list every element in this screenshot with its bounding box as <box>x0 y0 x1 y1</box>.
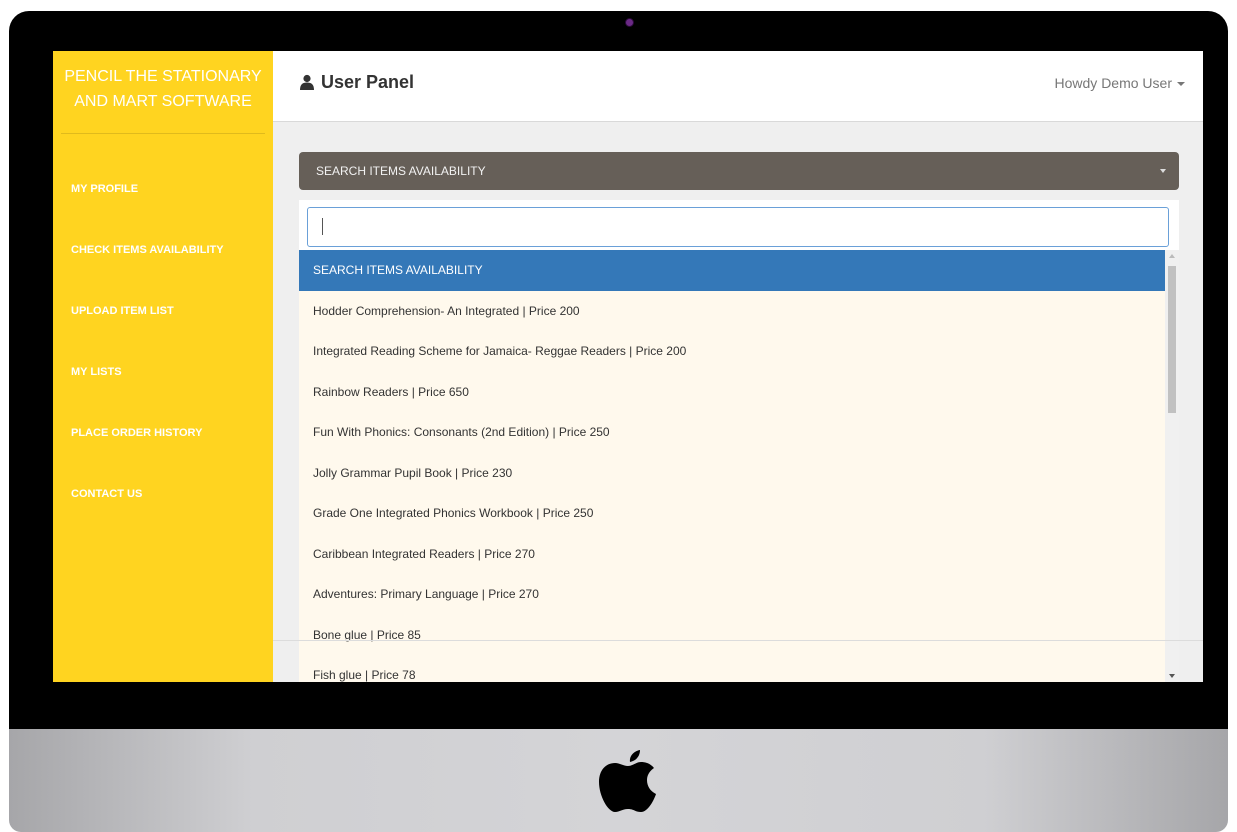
option-item[interactable]: Bone glue | Price 85 <box>299 615 1165 656</box>
sidebar-item-contact-us[interactable]: CONTACT US <box>53 464 273 525</box>
select-dropdown: SEARCH ITEMS AVAILABILITY Hodder Compreh… <box>299 200 1179 682</box>
page-title-text: User Panel <box>321 72 415 92</box>
sidebar-item-my-lists[interactable]: MY LISTS <box>53 342 273 403</box>
page-title: User Panel <box>299 72 414 93</box>
user-icon <box>300 74 314 90</box>
brand-title[interactable]: PENCIL THE STATIONARY AND MART SOFTWARE <box>61 64 265 114</box>
option-item[interactable]: Adventures: Primary Language | Price 270 <box>299 574 1165 615</box>
main-content: SEARCH ITEMS AVAILABILITY SEARCH ITEMS A… <box>273 122 1203 682</box>
items-select[interactable]: SEARCH ITEMS AVAILABILITY <box>299 152 1179 190</box>
option-item[interactable]: Caribbean Integrated Readers | Price 270 <box>299 534 1165 575</box>
sidebar-item-place-order-history[interactable]: PLACE ORDER HISTORY <box>53 403 273 464</box>
sidebar-nav: MY PROFILE CHECK ITEMS AVAILABILITY UPLO… <box>53 159 273 525</box>
options-scrollbar[interactable] <box>1165 250 1179 682</box>
option-item-highlighted[interactable]: SEARCH ITEMS AVAILABILITY <box>299 250 1165 291</box>
option-item[interactable]: Fun With Phonics: Consonants (2nd Editio… <box>299 412 1165 453</box>
option-item[interactable]: Grade One Integrated Phonics Workbook | … <box>299 493 1165 534</box>
items-select-value: SEARCH ITEMS AVAILABILITY <box>316 164 486 178</box>
scroll-up-arrow-icon[interactable] <box>1169 254 1175 258</box>
footer-divider <box>273 640 1203 641</box>
sidebar-item-check-items-availability[interactable]: CHECK ITEMS AVAILABILITY <box>53 220 273 281</box>
top-bar: User Panel Howdy Demo User <box>273 51 1203 122</box>
sidebar-item-upload-item-list[interactable]: UPLOAD ITEM LIST <box>53 281 273 342</box>
option-item[interactable]: Fish glue | Price 78 <box>299 655 1165 682</box>
option-item[interactable]: Integrated Reading Scheme for Jamaica- R… <box>299 331 1165 372</box>
option-item[interactable]: Hodder Comprehension- An Integrated | Pr… <box>299 291 1165 332</box>
option-item[interactable]: Rainbow Readers | Price 650 <box>299 372 1165 413</box>
option-item[interactable]: Jolly Grammar Pupil Book | Price 230 <box>299 453 1165 494</box>
options-list: SEARCH ITEMS AVAILABILITY Hodder Compreh… <box>299 250 1165 682</box>
brand-divider <box>61 133 265 134</box>
apple-logo-icon <box>599 750 656 812</box>
select-search-input[interactable] <box>307 207 1169 247</box>
user-menu-label: Howdy Demo User <box>1054 75 1172 91</box>
screen: PENCIL THE STATIONARY AND MART SOFTWARE … <box>53 51 1203 682</box>
text-cursor <box>322 218 323 235</box>
camera-icon <box>626 19 633 26</box>
sidebar: PENCIL THE STATIONARY AND MART SOFTWARE … <box>53 51 273 682</box>
chevron-down-icon <box>1160 169 1166 173</box>
sidebar-item-my-profile[interactable]: MY PROFILE <box>53 159 273 220</box>
caret-down-icon <box>1177 82 1185 86</box>
user-menu[interactable]: Howdy Demo User <box>1055 75 1185 91</box>
scroll-thumb[interactable] <box>1168 266 1176 413</box>
scroll-down-arrow-icon[interactable] <box>1169 674 1175 678</box>
